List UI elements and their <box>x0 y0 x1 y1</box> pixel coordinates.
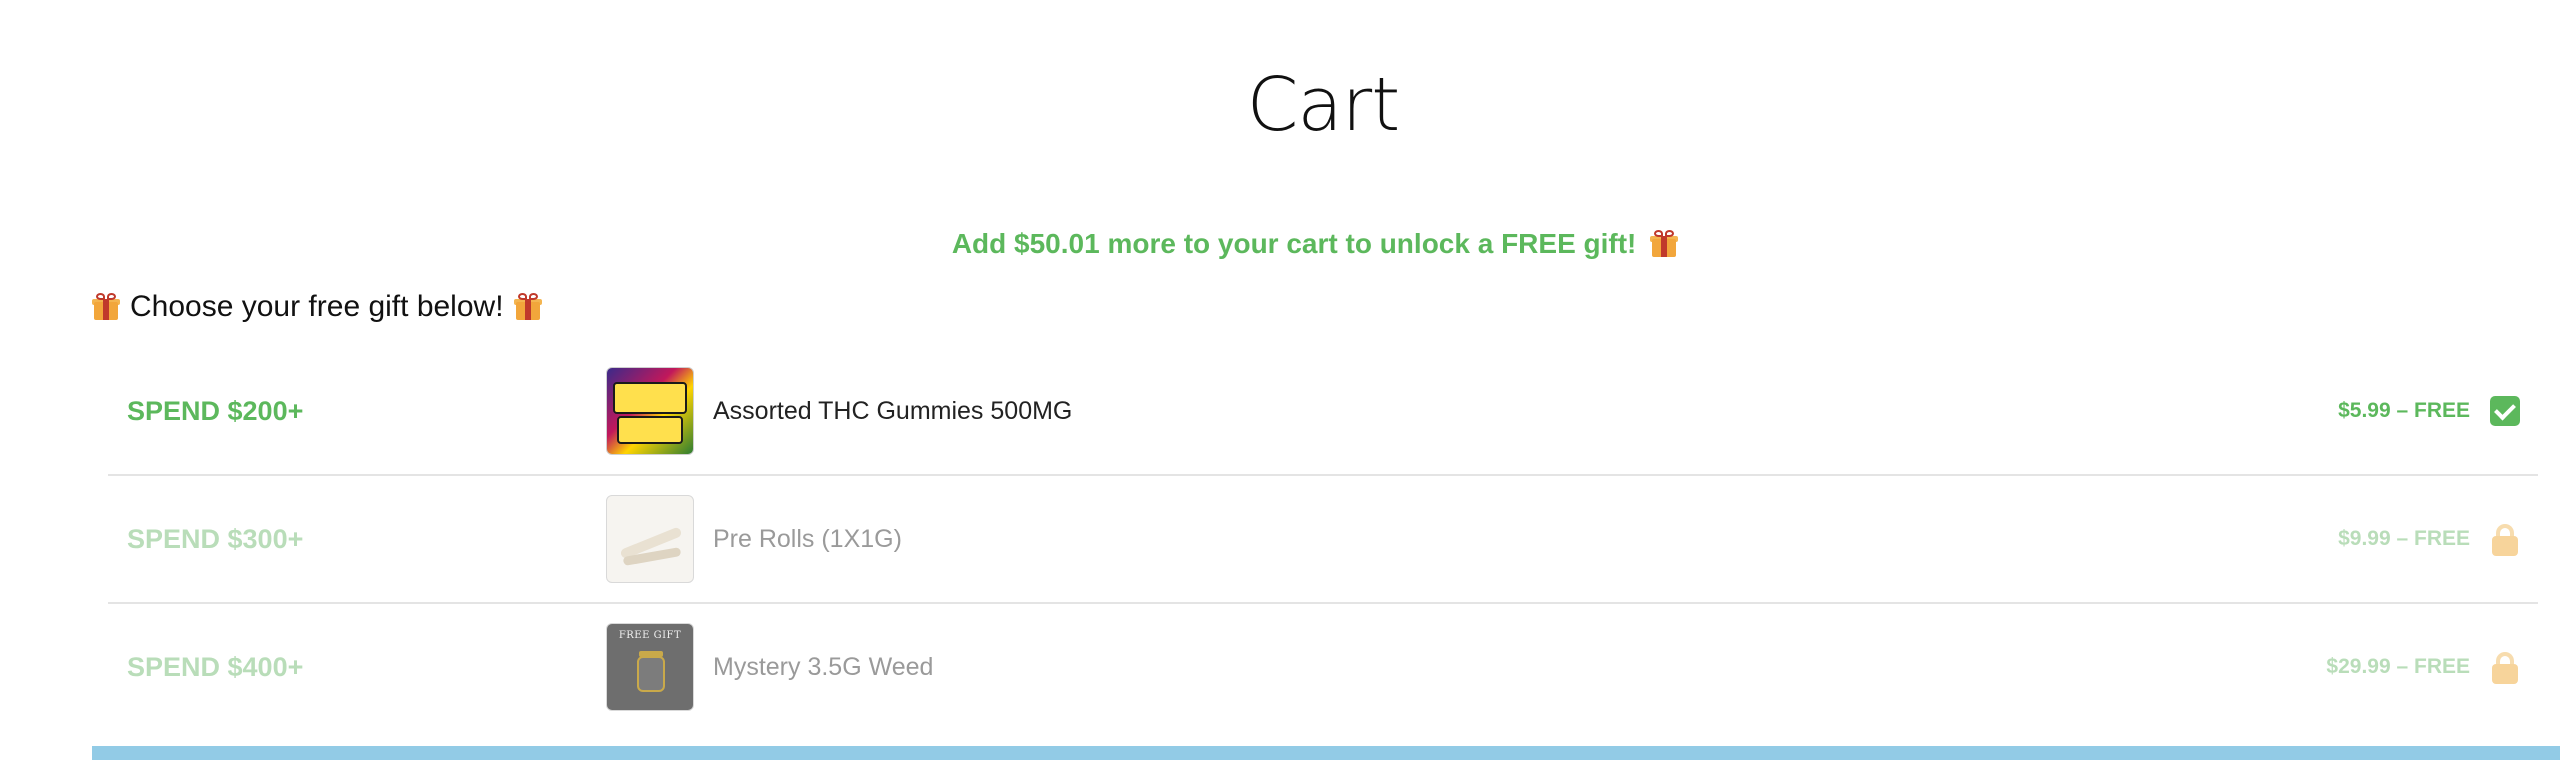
tier-product-name: Pre Rolls (1X1G) <box>713 524 902 553</box>
lock-icon <box>2490 524 2520 556</box>
gift-icon <box>1650 229 1679 258</box>
bottom-bar <box>92 746 2560 760</box>
tier-product-name: Assorted THC Gummies 500MG <box>713 396 1073 425</box>
tier-status <box>2490 524 2520 556</box>
gift-tier-row: SPEND $300+ Pre Rolls (1X1G) $9.99 – FRE… <box>108 476 2538 604</box>
gift-icon <box>92 293 120 321</box>
choose-gift-text: Choose your free gift below! <box>130 290 504 323</box>
tier-spend-label: SPEND $400+ <box>127 651 304 682</box>
product-thumbnail <box>606 495 694 583</box>
cart-page: Cart Add $50.01 more to your cart to unl… <box>0 0 2560 760</box>
tier-status <box>2490 652 2520 684</box>
gift-tier-row[interactable]: SPEND $200+ Assorted THC Gummies 500MG $… <box>108 348 2538 476</box>
gift-tier-list: SPEND $200+ Assorted THC Gummies 500MG $… <box>108 348 2538 730</box>
product-thumbnail <box>606 367 694 455</box>
tier-product-name: Mystery 3.5G Weed <box>713 652 934 681</box>
check-icon <box>2490 396 2520 426</box>
gift-tier-row: SPEND $400+ FREE GIFT Mystery 3.5G Weed … <box>108 604 2538 730</box>
tier-price: $29.99 – FREE <box>2326 655 2470 678</box>
product-thumbnail: FREE GIFT <box>606 623 694 711</box>
unlock-gift-text: Add $50.01 more to your cart to unlock a… <box>951 228 1637 259</box>
choose-gift-heading: Choose your free gift below! <box>92 290 542 324</box>
tier-price: $5.99 – FREE <box>2338 399 2470 422</box>
tier-price: $9.99 – FREE <box>2338 527 2470 550</box>
page-title: Cart <box>1246 62 1400 148</box>
tier-spend-label: SPEND $300+ <box>127 523 304 554</box>
lock-icon <box>2490 652 2520 684</box>
tier-status <box>2490 396 2520 426</box>
tier-spend-label: SPEND $200+ <box>127 395 304 426</box>
gift-icon <box>513 293 542 321</box>
thumbnail-caption: FREE GIFT <box>618 630 682 641</box>
unlock-gift-message: Add $50.01 more to your cart to unlock a… <box>0 228 2560 260</box>
